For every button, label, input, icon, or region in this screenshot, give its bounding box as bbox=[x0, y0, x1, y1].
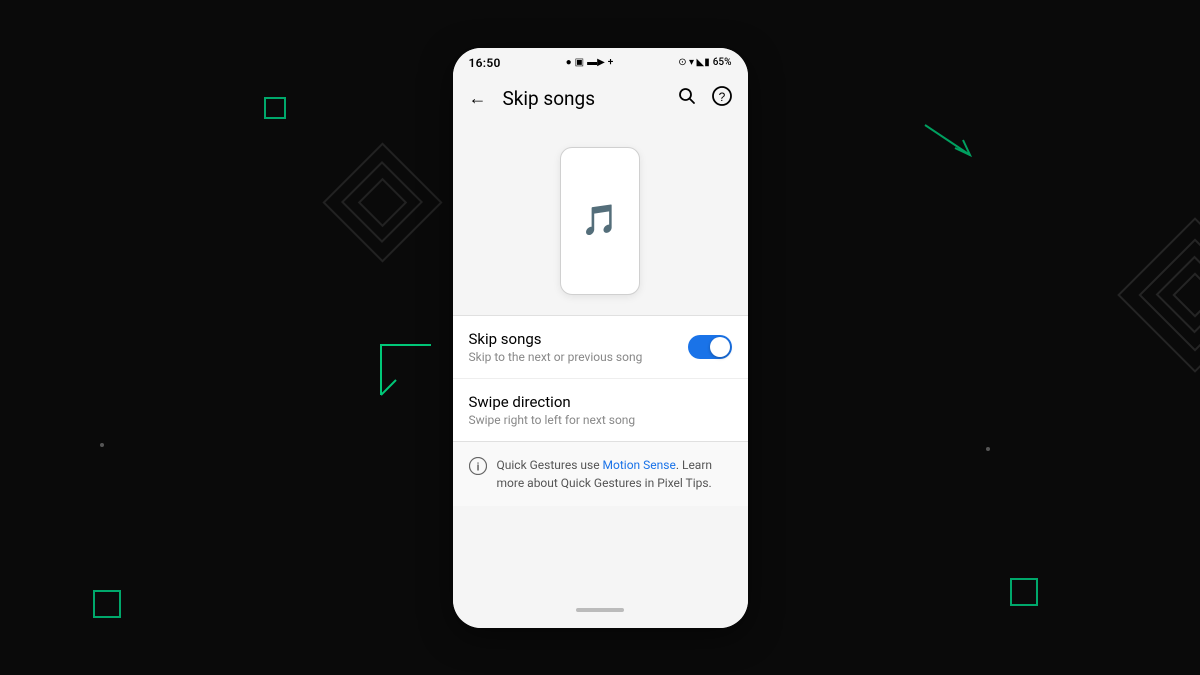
skip-songs-text: Skip songs Skip to the next or previous … bbox=[469, 330, 643, 364]
top-bar: ← Skip songs ? bbox=[453, 74, 748, 123]
mini-phone-illustration: 🎵 bbox=[560, 147, 640, 295]
info-text-before: Quick Gestures use bbox=[497, 458, 603, 472]
media-icon: ▬▶ bbox=[587, 57, 605, 68]
swipe-direction-subtitle: Swipe right to left for next song bbox=[469, 413, 636, 427]
svg-text:?: ? bbox=[718, 90, 725, 104]
status-icons: ● ▣ ▬▶ + bbox=[566, 57, 614, 68]
plus-icon: + bbox=[608, 57, 614, 68]
phone-mockup: 16:50 ● ▣ ▬▶ + ⊙ ▾ ◣▮ 65% ← Skip songs bbox=[453, 48, 748, 628]
help-button[interactable]: ? bbox=[708, 82, 736, 115]
home-indicator bbox=[576, 608, 624, 612]
motion-sense-link[interactable]: Motion Sense bbox=[603, 458, 676, 472]
svg-text:i: i bbox=[476, 461, 479, 473]
search-button[interactable] bbox=[674, 83, 700, 114]
swipe-direction-setting[interactable]: Swipe direction Swipe right to left for … bbox=[453, 379, 748, 441]
notification-icon: ● bbox=[566, 57, 572, 68]
bottom-bar bbox=[453, 600, 748, 628]
skip-songs-toggle[interactable] bbox=[688, 335, 732, 359]
swipe-direction-text: Swipe direction Swipe right to left for … bbox=[469, 393, 636, 427]
settings-section: Skip songs Skip to the next or previous … bbox=[453, 315, 748, 441]
swipe-direction-title: Swipe direction bbox=[469, 393, 636, 411]
top-bar-icons: ? bbox=[674, 82, 736, 115]
skip-songs-title: Skip songs bbox=[469, 330, 643, 348]
status-time: 16:50 bbox=[469, 56, 501, 70]
info-icon: i bbox=[469, 457, 487, 480]
music-note-icon: 🎵 bbox=[581, 203, 618, 238]
info-box: i Quick Gestures use Motion Sense. Learn… bbox=[453, 441, 748, 506]
main-content: 🎵 Skip songs Skip to the next or previou… bbox=[453, 123, 748, 600]
skip-songs-subtitle: Skip to the next or previous song bbox=[469, 350, 643, 364]
toggle-thumb bbox=[710, 337, 730, 357]
signal-icons: ⊙ ▾ ◣▮ bbox=[678, 57, 710, 68]
battery-percent: 65% bbox=[713, 57, 732, 68]
status-bar: 16:50 ● ▣ ▬▶ + ⊙ ▾ ◣▮ 65% bbox=[453, 48, 748, 74]
illustration-area: 🎵 bbox=[453, 123, 748, 315]
info-text-block: Quick Gestures use Motion Sense. Learn m… bbox=[497, 456, 732, 492]
status-right: ⊙ ▾ ◣▮ 65% bbox=[678, 57, 731, 68]
skip-songs-setting[interactable]: Skip songs Skip to the next or previous … bbox=[453, 316, 748, 379]
back-button[interactable]: ← bbox=[465, 84, 491, 113]
page-title: Skip songs bbox=[503, 87, 662, 110]
toggle-track bbox=[688, 335, 732, 359]
sim-icon: ▣ bbox=[575, 57, 584, 68]
